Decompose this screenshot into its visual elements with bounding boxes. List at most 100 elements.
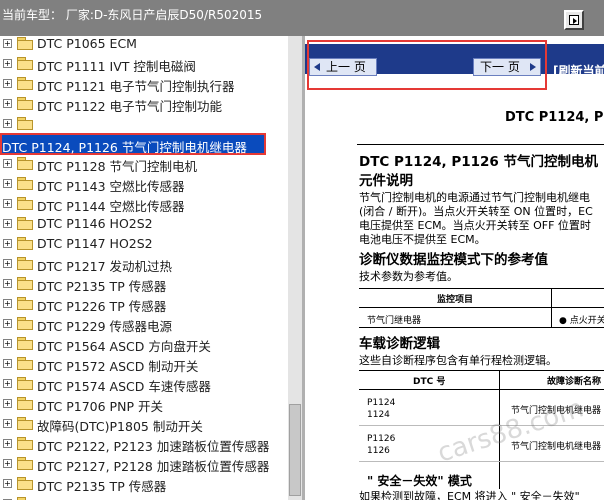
folder-icon <box>17 457 33 470</box>
table-header-name: 故障诊断名称 <box>547 377 602 387</box>
tree-item-selected[interactable]: DTC P1124, P1126 节气门控制电机继电器 <box>0 133 266 155</box>
tree-item[interactable]: + DTC P1147 HO2S2 <box>0 234 288 254</box>
folder-icon <box>17 77 33 90</box>
folder-icon <box>17 377 33 390</box>
folder-icon <box>17 117 33 130</box>
tree-scrollbar[interactable] <box>288 36 302 500</box>
tree-item[interactable]: + DTC P1065 ECM <box>0 36 288 54</box>
expand-icon[interactable]: + <box>3 419 12 428</box>
folder-icon <box>17 397 33 410</box>
tree-item-label: DTC P1706 PNP 开关 <box>37 399 163 414</box>
expand-icon[interactable]: + <box>3 479 12 488</box>
expand-icon[interactable]: + <box>3 159 12 168</box>
enter-button[interactable] <box>564 10 584 30</box>
tree-item[interactable]: + DTC P1143 空燃比传感器 <box>0 174 288 194</box>
title-bar: 当前车型： 厂家:D-东风日产启辰D50/R502015 <box>0 0 604 36</box>
tree-item[interactable]: + 故障码(DTC)P1805 制动开关 <box>0 414 288 434</box>
expand-icon[interactable]: + <box>3 119 12 128</box>
expand-icon[interactable]: + <box>3 319 12 328</box>
expand-icon[interactable]: + <box>3 379 12 388</box>
folder-icon <box>17 277 33 290</box>
tree-item[interactable]: + <box>0 114 288 134</box>
tree-item-label: DTC P1128 节气门控制电机 <box>37 159 198 174</box>
tree-item-label: DTC P1122 电子节气门控制功能 <box>37 99 223 114</box>
expand-icon[interactable]: + <box>3 339 12 348</box>
fail-safe-text: 如果检测到故障，ECM 将进入 " 安全－失效" <box>359 490 580 500</box>
expand-icon[interactable]: + <box>3 259 12 268</box>
reference-values-heading: 诊断仪数据监控模式下的参考值 <box>359 252 548 268</box>
tree-item[interactable]: + DTC P1574 ASCD 车速传感器 <box>0 374 288 394</box>
tree-item-label: DTC P2127, P2128 加速踏板位置传感器 <box>37 459 270 474</box>
expand-icon[interactable]: + <box>3 239 12 248</box>
tree-item-label: DTC P1121 电子节气门控制执行器 <box>37 79 235 94</box>
expand-icon[interactable]: + <box>3 279 12 288</box>
tree-item-label: DTC P2135 TP 传感器 <box>37 279 167 294</box>
tree-item-label: DTC P1143 空燃比传感器 <box>37 179 185 194</box>
diagnosis-note: 这些自诊断程序包含有单行程检测逻辑。 <box>359 354 557 367</box>
tree-item[interactable]: + DTC P2122, P2123 加速踏板位置传感器 <box>0 434 288 454</box>
tree-item[interactable]: +DTC P2138 加速踏板位置传感器 <box>0 494 288 500</box>
reference-note: 技术参数为参考值。 <box>359 270 458 283</box>
document-title: DTC P1124, P <box>505 110 604 125</box>
current-vehicle-label: 当前车型： 厂家:D-东风日产启辰D50/R502015 <box>2 8 263 22</box>
section-heading: DTC P1124, P1126 节气门控制电机 <box>359 154 598 170</box>
expand-icon[interactable]: + <box>3 179 12 188</box>
tree-item[interactable]: + DTC P1122 电子节气门控制功能 <box>0 94 288 114</box>
tree-item[interactable]: + DTC P2135 TP 传感器 <box>0 274 288 294</box>
tree-item-label: DTC P1564 ASCD 方向盘开关 <box>37 339 211 354</box>
tree-item-label: DTC P1572 ASCD 制动开关 <box>37 359 199 374</box>
title-divider <box>357 144 604 145</box>
tree-item[interactable]: + DTC P1146 HO2S2 <box>0 214 288 234</box>
folder-icon <box>17 37 33 50</box>
tree-item[interactable]: + DTC P1564 ASCD 方向盘开关 <box>0 334 288 354</box>
folder-icon <box>17 157 33 170</box>
onboard-diagnosis-heading: 车载诊断逻辑 <box>359 336 440 352</box>
expand-icon[interactable]: + <box>3 399 12 408</box>
folder-icon <box>17 257 33 270</box>
expand-icon[interactable]: + <box>3 199 12 208</box>
tree-item[interactable]: + DTC P2135 TP 传感器 <box>0 474 288 494</box>
tree-item[interactable]: + DTC P1229 传感器电源 <box>0 314 288 334</box>
expand-icon[interactable]: + <box>3 439 12 448</box>
dtc-code: P1124 1124 <box>367 398 396 420</box>
tree-item-label: DTC P1146 HO2S2 <box>37 216 153 231</box>
tree-item[interactable]: + DTC P1144 空燃比传感器 <box>0 194 288 214</box>
expand-icon[interactable]: + <box>3 39 12 48</box>
tree-item[interactable]: + DTC P1217 发动机过热 <box>0 254 288 274</box>
tree-item-label: DTC P2135 TP 传感器 <box>37 479 167 494</box>
tree-item-label: DTC P1217 发动机过热 <box>37 259 173 274</box>
folder-icon <box>17 97 33 110</box>
expand-icon[interactable]: + <box>3 299 12 308</box>
expand-icon[interactable]: + <box>3 459 12 468</box>
tree-item-label: DTC P1226 TP 传感器 <box>37 299 167 314</box>
expand-icon[interactable]: + <box>3 99 12 108</box>
reference-values-table: 监控项目 节气门继电器 ● 点火开关 <box>359 288 604 328</box>
expand-icon[interactable]: + <box>3 359 12 368</box>
fail-safe-heading: " 安全－失效" 模式 <box>367 474 472 488</box>
folder-icon <box>17 177 33 190</box>
tree-item[interactable]: + DTC P2127, P2128 加速踏板位置传感器 <box>0 454 288 474</box>
folder-icon <box>17 217 33 230</box>
component-description-heading: 元件说明 <box>359 173 413 189</box>
tree-item[interactable]: + DTC P1128 节气门控制电机 <box>0 154 288 174</box>
folder-icon <box>17 197 33 210</box>
tree-item[interactable]: + DTC P1111 IVT 控制电磁阀 <box>0 54 288 74</box>
folder-icon <box>17 57 33 70</box>
table-cell-item: 节气门继电器 <box>367 316 422 326</box>
expand-icon[interactable]: + <box>3 79 12 88</box>
tree-item[interactable]: + DTC P1572 ASCD 制动开关 <box>0 354 288 374</box>
tree-item-label: 故障码(DTC)P1805 制动开关 <box>37 419 203 434</box>
tree-item[interactable]: + DTC P1706 PNP 开关 <box>0 394 288 414</box>
tree-item[interactable]: + DTC P1121 电子节气门控制执行器 <box>0 74 288 94</box>
tree-scrollbar-thumb[interactable] <box>289 404 301 496</box>
expand-icon[interactable]: + <box>3 219 12 228</box>
refresh-current-link[interactable]: [刷新当前 <box>553 62 604 79</box>
tree-item[interactable]: + DTC P1226 TP 传感器 <box>0 294 288 314</box>
expand-icon[interactable]: + <box>3 59 12 68</box>
folder-icon <box>17 237 33 250</box>
topic-tree: + DTC P1065 ECM + DTC P1111 IVT 控制电磁阀 + DTC P… <box>0 36 288 500</box>
folder-icon <box>17 317 33 330</box>
table-header-item: 监控项目 <box>437 295 474 305</box>
tree-item-label: DTC P2122, P2123 加速踏板位置传感器 <box>37 439 270 454</box>
folder-icon <box>17 477 33 490</box>
